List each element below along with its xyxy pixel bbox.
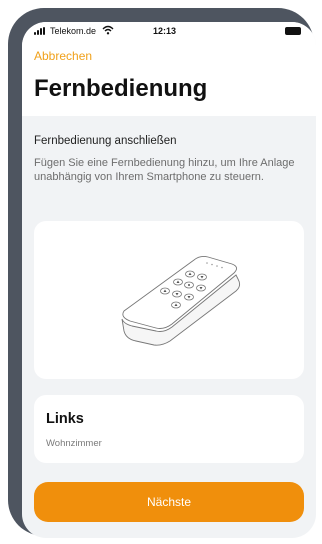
section-heading: Fernbedienung anschließen [34,135,177,147]
cancel-button[interactable]: Abbrechen [34,49,92,63]
status-bar: Telekom.de 12:13 [22,22,316,42]
remote-illustration-card [34,221,304,379]
section-description: Fügen Sie eine Fernbedienung hinzu, um I… [34,157,295,183]
next-button[interactable]: Nächste [34,482,304,522]
app-screen: Telekom.de 12:13 Abbrechen Fernbedienung… [22,22,316,538]
header: Telekom.de 12:13 Abbrechen Fernbedienung [22,22,316,116]
location-name: Links [46,411,84,427]
wifi-icon [102,25,114,37]
location-card[interactable]: Links Wohnzimmer [34,395,304,463]
battery-icon [285,27,301,35]
phone-frame: Telekom.de 12:13 Abbrechen Fernbedienung… [8,8,316,538]
location-room: Wohnzimmer [46,438,102,449]
signal-icon [34,27,48,35]
remote-control-icon [121,255,241,346]
carrier-label: Telekom.de [50,26,97,36]
clock: 12:13 [153,26,177,36]
page-title: Fernbedienung [34,75,208,102]
